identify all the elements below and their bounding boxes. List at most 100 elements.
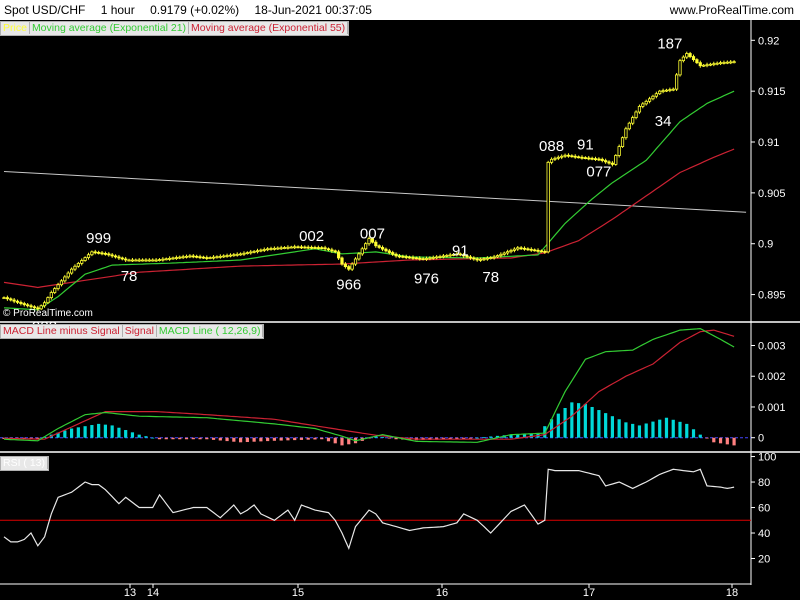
candle-body <box>73 265 77 270</box>
price-candle <box>685 51 689 59</box>
candle-body <box>151 259 155 262</box>
macd-histogram-bar <box>110 425 114 438</box>
candle-body <box>712 63 716 66</box>
price-candle <box>587 155 591 161</box>
macd-histogram-bar <box>211 437 216 440</box>
candle-body <box>675 74 679 90</box>
price-candle <box>722 60 726 65</box>
price-candle <box>549 157 554 165</box>
price-candle <box>110 253 114 258</box>
legend-rsi: RSI ( 13) <box>1 457 49 469</box>
price-annotation: 78 <box>121 268 138 285</box>
rsi-series-line <box>3 468 735 551</box>
candle-body <box>2 297 6 300</box>
price-candle <box>610 161 615 167</box>
candle-body <box>691 56 696 61</box>
candle-body <box>553 157 557 160</box>
price-candle <box>404 254 408 260</box>
ema55-series-line <box>3 148 735 289</box>
candle-body <box>320 247 324 250</box>
price-candle <box>556 155 560 161</box>
candle-body <box>647 98 652 102</box>
price-candle <box>26 303 30 308</box>
price-candle <box>678 58 682 77</box>
candle-body <box>722 62 726 64</box>
macd-histogram-bar <box>637 425 642 438</box>
price-candle <box>299 244 304 250</box>
price-candle <box>715 61 719 66</box>
candle-body <box>22 303 26 306</box>
price-candle <box>570 154 574 158</box>
candle-body <box>286 246 290 249</box>
candle-body <box>70 268 74 274</box>
price-candle <box>70 267 74 275</box>
candle-body <box>225 255 229 257</box>
macd-histogram-bar <box>678 421 682 438</box>
price-candle <box>201 255 206 259</box>
price-candle <box>235 252 239 257</box>
price-candle <box>519 246 523 251</box>
candle-body <box>222 255 226 258</box>
price-candle <box>644 99 648 106</box>
price-candle <box>66 271 70 279</box>
candle-body <box>580 156 584 159</box>
time-tick-label: 17 <box>583 587 595 599</box>
price-annotation: 999 <box>86 230 111 247</box>
candle-body <box>516 247 520 250</box>
candle-body <box>255 250 260 253</box>
candle-body <box>249 251 253 254</box>
candle-body <box>431 257 435 259</box>
macd-histogram-bar <box>144 436 148 438</box>
macd-histogram-bar <box>178 437 182 440</box>
candle-body <box>46 297 50 304</box>
macd-histogram-bar <box>205 437 209 440</box>
price-candle <box>553 156 557 162</box>
candle-body <box>438 256 442 258</box>
candle-body <box>113 255 118 258</box>
price-candle <box>502 251 506 256</box>
macd-histogram-bar <box>157 437 162 440</box>
price-annotation: 78 <box>482 269 499 286</box>
price-candle <box>232 252 236 257</box>
price-candle <box>242 251 246 256</box>
candle-body <box>326 248 331 251</box>
macd-histogram-bar <box>245 437 249 443</box>
candle-body <box>577 156 581 159</box>
candle-body <box>195 255 199 258</box>
price-candle <box>664 88 669 93</box>
price-candle <box>661 88 665 94</box>
price-annotation: 91 <box>452 242 469 259</box>
candle-body <box>732 61 736 64</box>
candle-body <box>529 248 533 251</box>
candle-body <box>614 155 618 165</box>
price-candle <box>198 254 202 260</box>
rsi-tick-label: 20 <box>758 554 770 566</box>
candle-body <box>374 241 378 247</box>
chart-canvas[interactable]: 0.920.9150.910.9050.90.895 0.0030.0020.0… <box>0 0 800 600</box>
candle-body <box>411 257 415 259</box>
price-candle <box>705 62 709 68</box>
candle-body <box>232 254 236 257</box>
price-candle <box>384 247 388 253</box>
rsi-tick-label: 60 <box>758 503 770 515</box>
candle-body <box>137 259 141 262</box>
price-annotation: 077 <box>586 163 611 180</box>
price-candle <box>5 295 9 301</box>
candle-body <box>502 252 506 255</box>
price-candle <box>22 301 26 307</box>
price-candle <box>9 297 13 302</box>
price-candle <box>347 264 351 271</box>
macd-histogram-bar <box>124 430 128 438</box>
candle-body <box>654 93 658 97</box>
price-candle <box>215 255 219 259</box>
price-candle <box>293 244 297 250</box>
price-annotation: 34 <box>655 113 672 130</box>
candle-body <box>407 256 412 259</box>
macd-histogram-bar <box>597 410 601 438</box>
price-candle <box>580 155 584 160</box>
candle-body <box>316 247 320 249</box>
macd-histogram-bar <box>137 434 141 438</box>
candle-body <box>282 247 287 249</box>
price-candle <box>164 257 168 261</box>
price-candle <box>695 58 699 65</box>
